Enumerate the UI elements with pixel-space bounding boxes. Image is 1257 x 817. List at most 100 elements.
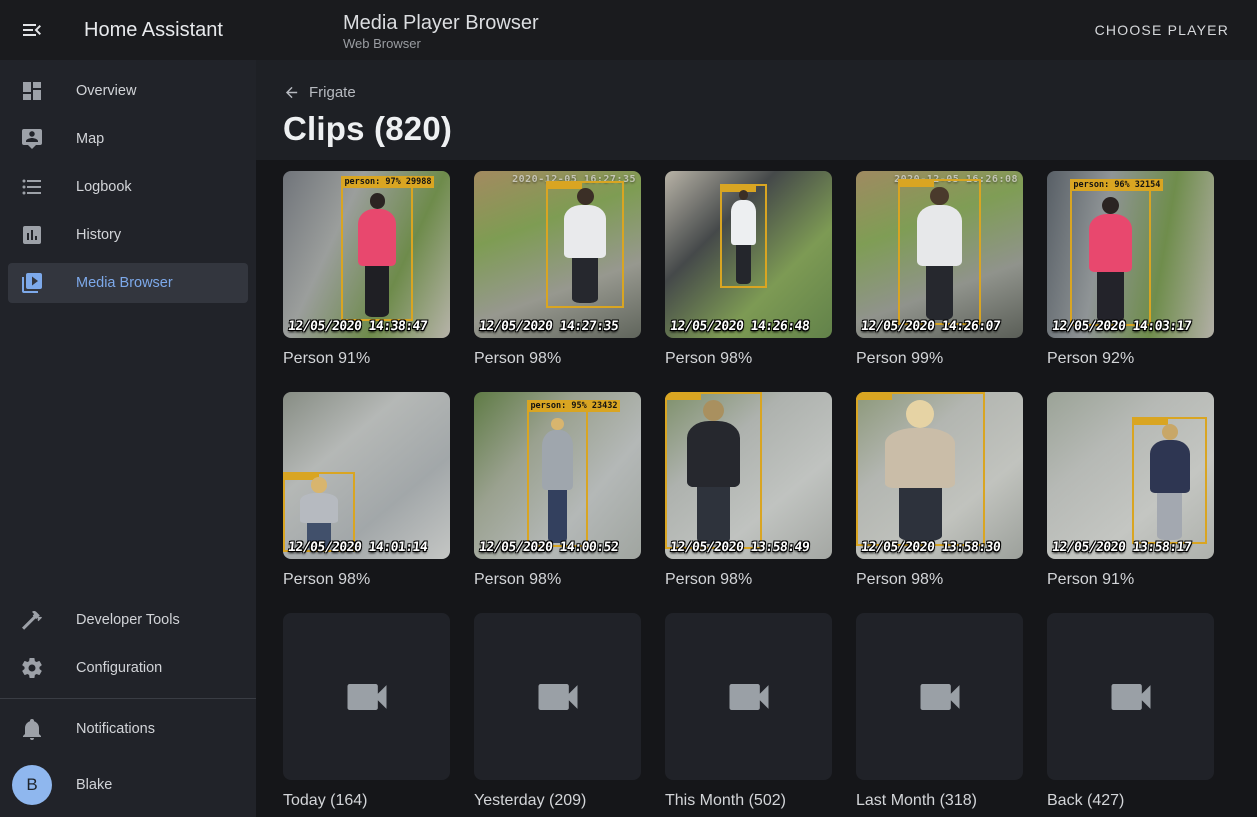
person-torso <box>1089 214 1132 272</box>
person-head <box>551 418 564 431</box>
dashboard-icon <box>20 79 44 103</box>
clip-tile[interactable]: 12/05/2020 14:26:48 Person 98% <box>665 171 832 372</box>
detection-label: person: 96% 32154 <box>1070 179 1163 191</box>
arrow-left-icon <box>283 84 300 101</box>
clips-grid: person: 97% 29988 12/05/2020 14:38:47 Pe… <box>256 160 1257 814</box>
person-head <box>311 477 326 492</box>
detection-box <box>665 392 762 549</box>
clip-tile[interactable]: 12/05/2020 13:58:49 Person 98% <box>665 392 832 593</box>
folder-caption: This Month (502) <box>665 792 832 814</box>
clip-tile[interactable]: 12/05/2020 13:58:30 Person 98% <box>856 392 1023 593</box>
sidebar-nav-list: Overview Map Logbook History Media Brows… <box>0 60 256 307</box>
history-chart-icon <box>20 223 44 247</box>
sidebar-item-label: History <box>76 227 121 243</box>
gear-icon <box>20 656 44 680</box>
person-figure <box>352 193 404 316</box>
clip-timestamp: 12/05/2020 14:26:07 <box>860 319 1001 334</box>
person-figure <box>678 400 749 544</box>
person-figure <box>293 477 345 549</box>
content-header: Frigate Clips (820) <box>256 60 1257 160</box>
person-legs <box>572 258 598 304</box>
clip-tile[interactable]: 12/05/2020 13:58:17 Person 91% <box>1047 392 1214 593</box>
menu-open-icon[interactable] <box>20 18 44 42</box>
person-torso <box>1150 440 1190 493</box>
folder-caption: Today (164) <box>283 792 450 814</box>
sidebar-item-media-browser[interactable]: Media Browser <box>0 259 256 307</box>
folder-caption: Last Month (318) <box>856 792 1023 814</box>
sidebar-item-configuration[interactable]: Configuration <box>0 644 256 692</box>
clip-thumbnail: person: 96% 32154 12/05/2020 14:03:17 <box>1047 171 1214 338</box>
video-camera-icon <box>914 671 966 723</box>
folder-thumbnail <box>665 613 832 780</box>
person-figure <box>873 400 968 541</box>
clip-tile[interactable]: person: 95% 23432 12/05/2020 14:00:52 Pe… <box>474 392 641 593</box>
folder-tile[interactable]: Back (427) <box>1047 613 1214 814</box>
sidebar-item-logbook[interactable]: Logbook <box>0 163 256 211</box>
folder-thumbnail <box>856 613 1023 780</box>
person-head <box>1162 424 1178 440</box>
clip-caption: Person 98% <box>665 350 832 372</box>
video-camera-icon <box>341 671 393 723</box>
grid-area: person: 97% 29988 12/05/2020 14:38:47 Pe… <box>256 160 1257 817</box>
detection-label-small <box>665 392 701 400</box>
sidebar-item-developer-tools[interactable]: Developer Tools <box>0 596 256 644</box>
clip-timestamp: 12/05/2020 13:58:30 <box>860 540 1001 555</box>
detection-box: person: 97% 29988 <box>341 186 413 321</box>
app-bar: Home Assistant Media Player Browser Web … <box>0 0 1257 60</box>
person-figure <box>1082 197 1140 322</box>
clip-caption: Person 98% <box>283 571 450 593</box>
folder-caption: Yesterday (209) <box>474 792 641 814</box>
person-figure <box>727 190 760 284</box>
person-figure <box>557 188 614 304</box>
sidebar: Overview Map Logbook History Media Brows… <box>0 60 256 817</box>
person-torso <box>687 421 739 487</box>
avatar: B <box>12 765 52 805</box>
media-browser-content: Frigate Clips (820) person: 97% 29988 12… <box>256 60 1257 817</box>
detection-box <box>1132 417 1207 544</box>
clip-timestamp: 12/05/2020 13:58:17 <box>1051 540 1192 555</box>
clip-tile[interactable]: 2020-12-05 16:27:35 12/05/2020 14:27:35 … <box>474 171 641 372</box>
person-head <box>930 187 948 205</box>
clip-thumbnail: person: 97% 29988 12/05/2020 14:38:47 <box>283 171 450 338</box>
detection-box <box>898 179 982 324</box>
sidebar-item-overview[interactable]: Overview <box>0 67 256 115</box>
person-torso <box>542 430 574 490</box>
sidebar-item-map[interactable]: Map <box>0 115 256 163</box>
breadcrumb[interactable]: Frigate <box>283 84 356 101</box>
person-legs <box>365 266 389 316</box>
clip-tile[interactable]: 2020-12-05 16:26:08 12/05/2020 14:26:07 … <box>856 171 1023 372</box>
folder-tile[interactable]: Today (164) <box>283 613 450 814</box>
sidebar-item-notifications[interactable]: Notifications <box>0 705 256 753</box>
person-legs <box>899 488 943 540</box>
clip-thumbnail: 12/05/2020 14:01:14 <box>283 392 450 559</box>
sidebar-divider <box>0 698 256 699</box>
clip-tile[interactable]: 12/05/2020 14:01:14 Person 98% <box>283 392 450 593</box>
clip-thumbnail: 12/05/2020 14:26:48 <box>665 171 832 338</box>
clip-tile[interactable]: person: 96% 32154 12/05/2020 14:03:17 Pe… <box>1047 171 1214 372</box>
clip-timestamp: 12/05/2020 14:03:17 <box>1051 319 1192 334</box>
clip-timestamp: 12/05/2020 14:01:14 <box>287 540 428 555</box>
choose-player-button[interactable]: CHOOSE PLAYER <box>1087 14 1237 46</box>
clip-tile[interactable]: person: 97% 29988 12/05/2020 14:38:47 Pe… <box>283 171 450 372</box>
folder-caption: Back (427) <box>1047 792 1214 814</box>
clip-timestamp: 12/05/2020 13:58:49 <box>669 540 810 555</box>
clip-caption: Person 98% <box>474 350 641 372</box>
person-figure <box>1143 424 1197 540</box>
folder-tile[interactable]: Yesterday (209) <box>474 613 641 814</box>
folder-tile[interactable]: This Month (502) <box>665 613 832 814</box>
folder-tile[interactable]: Last Month (318) <box>856 613 1023 814</box>
media-browser-icon <box>20 271 44 295</box>
clip-thumbnail: 12/05/2020 13:58:30 <box>856 392 1023 559</box>
person-legs <box>1097 272 1124 322</box>
person-torso <box>731 200 755 245</box>
folder-thumbnail <box>283 613 450 780</box>
clip-caption: Person 98% <box>474 571 641 593</box>
sidebar-item-label: Configuration <box>76 660 162 676</box>
sidebar-item-history[interactable]: History <box>0 211 256 259</box>
detection-box: person: 95% 23432 <box>527 410 587 547</box>
sidebar-user[interactable]: B Blake <box>0 753 256 817</box>
breadcrumb-label: Frigate <box>309 84 356 101</box>
sidebar-item-label: Notifications <box>76 721 155 737</box>
person-figure <box>536 418 579 543</box>
detection-label: person: 95% 23432 <box>527 400 620 412</box>
